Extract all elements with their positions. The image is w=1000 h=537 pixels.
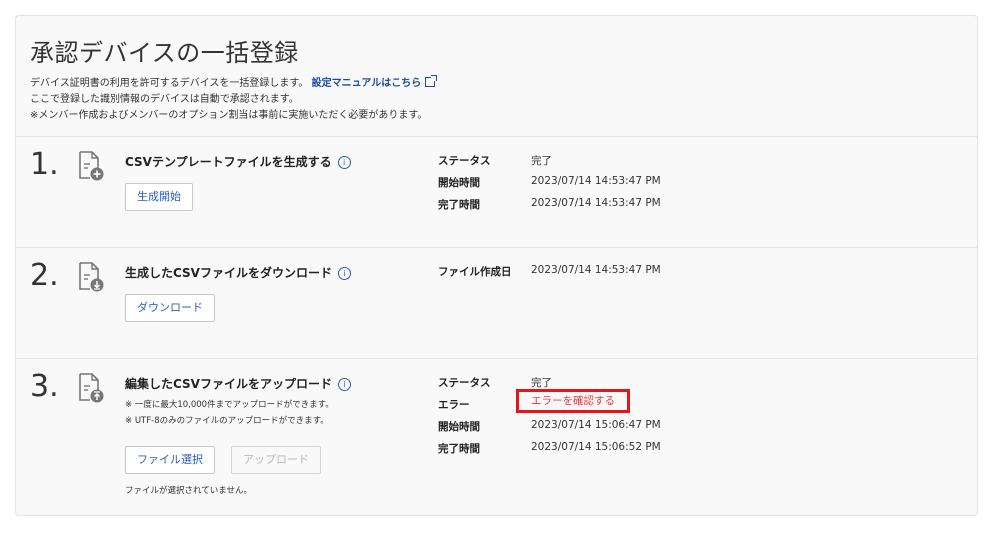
status-value: 完了 xyxy=(531,155,552,167)
file-created-value: 2023/07/14 14:53:47 PM xyxy=(531,264,661,276)
start-time-value: 2023/07/14 15:06:47 PM xyxy=(531,419,661,431)
download-button[interactable]: ダウンロード xyxy=(125,294,215,322)
end-time-label: 完了時間 xyxy=(438,443,480,455)
external-link-icon[interactable] xyxy=(425,75,438,87)
file-created-label: ファイル作成日 xyxy=(438,266,512,278)
start-time-label: 開始時間 xyxy=(438,421,480,433)
step-number: 3. xyxy=(30,369,59,404)
upload-note-1: ※ 一度に最大10,000件までアップロードができます。 xyxy=(125,400,334,410)
step-title: 編集したCSVファイルをアップロード i xyxy=(125,375,351,392)
end-time-value: 2023/07/14 15:06:52 PM xyxy=(531,441,661,453)
step-2: 2. 生成したCSVファイルをダウンロード i ダウンロード ファイル作成日 20… xyxy=(16,248,977,358)
generate-start-button[interactable]: 生成開始 xyxy=(125,183,193,211)
file-download-icon xyxy=(79,262,104,292)
description-line-2: ここで登録した識別情報のデバイスは自動で承認されます。 xyxy=(30,94,299,105)
info-icon[interactable]: i xyxy=(337,378,351,391)
check-errors-link[interactable]: エラーを確認する xyxy=(516,389,630,413)
file-upload-icon xyxy=(79,373,104,403)
start-time-label: 開始時間 xyxy=(438,177,480,189)
manual-link[interactable]: 設定マニュアルはこちら xyxy=(312,78,422,89)
info-icon[interactable]: i xyxy=(337,156,351,169)
file-plus-icon xyxy=(79,151,104,181)
step-number: 2. xyxy=(30,258,59,293)
upload-note-2: ※ UTF-8のみのファイルのアップロードができます。 xyxy=(125,416,329,426)
step-title: 生成したCSVファイルをダウンロード i xyxy=(125,264,351,281)
step-3: 3. 編集したCSVファイルをアップロード i ※ 一度に最大10,000件までア… xyxy=(16,359,977,509)
file-select-button[interactable]: ファイル選択 xyxy=(125,446,215,474)
description-line-1: デバイス証明書の利用を許可するデバイスを一括登録します。 設定マニュアルはこちら xyxy=(30,75,438,92)
status-label: ステータス xyxy=(438,155,491,167)
description-line-3: ※メンバー作成およびメンバーのオプション割当は事前に実施いただく必要があります。 xyxy=(30,110,428,121)
bulk-register-card: 承認デバイスの一括登録 デバイス証明書の利用を許可するデバイスを一括登録します。… xyxy=(15,15,978,516)
step-title: CSVテンプレートファイルを生成する i xyxy=(125,153,351,170)
file-status-text: ファイルが選択されていません。 xyxy=(125,486,252,496)
error-label: エラー xyxy=(438,399,470,411)
info-icon[interactable]: i xyxy=(337,267,351,280)
status-label: ステータス xyxy=(438,377,491,389)
page-title: 承認デバイスの一括登録 xyxy=(30,39,299,67)
start-time-value: 2023/07/14 14:53:47 PM xyxy=(531,175,661,187)
step-1: 1. CSVテンプレートファイルを生成する i 生成開始 ステータス 開始時間 完… xyxy=(16,137,977,247)
end-time-label: 完了時間 xyxy=(438,199,480,211)
status-value: 完了 xyxy=(531,377,552,389)
end-time-value: 2023/07/14 14:53:47 PM xyxy=(531,197,661,209)
step-number: 1. xyxy=(30,147,59,182)
upload-button[interactable]: アップロード xyxy=(231,446,321,474)
